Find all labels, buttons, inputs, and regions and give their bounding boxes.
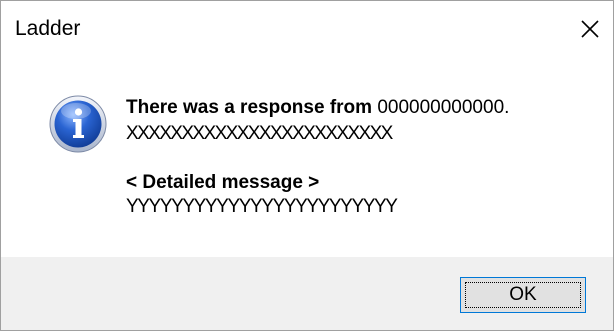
dialog-content: There was a response from 000000000000. … bbox=[1, 59, 613, 257]
close-button[interactable] bbox=[567, 1, 613, 57]
window-title: Ladder bbox=[15, 17, 81, 40]
close-icon bbox=[581, 20, 599, 38]
detailed-message-heading: < Detailed message > bbox=[126, 172, 320, 193]
response-message: There was a response from 000000000000. bbox=[126, 97, 509, 119]
response-message-prefix: There was a response from bbox=[126, 97, 378, 118]
response-message-value: 000000000000. bbox=[377, 97, 510, 118]
ok-button-label: OK bbox=[509, 284, 537, 305]
ok-button[interactable]: OK bbox=[460, 277, 586, 313]
detailed-message-text: YYYYYYYYYYYYYYYYYYYYYYYY bbox=[126, 196, 398, 217]
title-bar: Ladder bbox=[1, 1, 613, 59]
response-detail-line: XXXXXXXXXXXXXXXXXXXXXXXX bbox=[126, 123, 393, 144]
message-dialog: Ladder There was a response from 0000000… bbox=[0, 0, 614, 331]
information-icon bbox=[49, 95, 107, 153]
button-bar: OK bbox=[1, 257, 613, 330]
